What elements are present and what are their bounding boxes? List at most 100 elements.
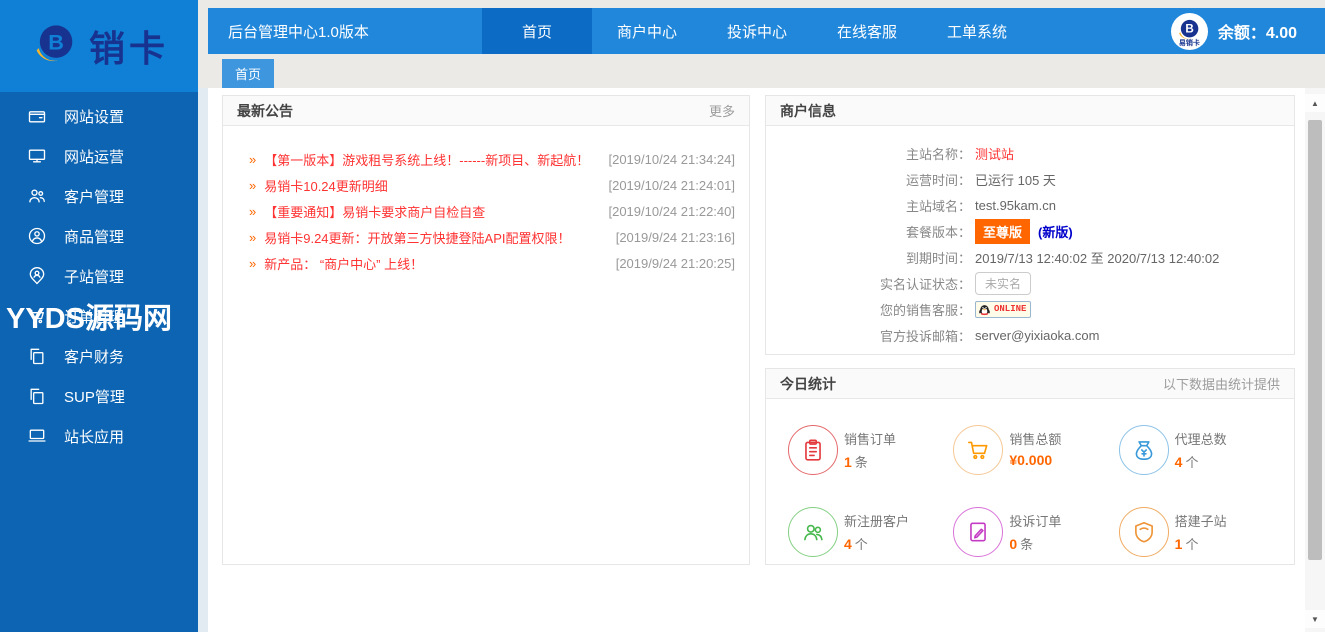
stat-label: 搭建子站 (1174, 514, 1227, 529)
vertical-scrollbar[interactable]: ▲ ▼ (1305, 88, 1325, 632)
today-stats-panel: 今日统计 以下数据由统计提供 销售订单 1条 销售总额 ¥0.000 代理总数 … (765, 368, 1295, 565)
laptop-icon (26, 425, 48, 447)
sidebar-item-label: 子站管理 (64, 268, 125, 286)
sidebar-item-label: 客户财务 (64, 348, 125, 366)
sidebar-item-product-management[interactable]: 商品管理 (0, 216, 198, 256)
brand-badge-icon[interactable]: B 易销卡 (1170, 12, 1208, 50)
scroll-down-arrow-icon[interactable]: ▼ (1305, 610, 1325, 628)
stat-unit: 个 (1185, 537, 1199, 552)
announcements-header: 最新公告 更多 (223, 96, 749, 126)
stat-label: 投诉订单 (1009, 514, 1062, 529)
scroll-up-arrow-icon[interactable]: ▲ (1305, 94, 1325, 112)
double-chevron-icon: » (249, 151, 257, 167)
field-label: 套餐版本： (905, 224, 971, 240)
double-chevron-icon: » (249, 177, 257, 193)
stat-value: 1 (1174, 536, 1183, 552)
stat-sales-orders: 销售订单 1条 (788, 425, 953, 475)
qq-contact-badge[interactable]: ONLINE (975, 300, 1032, 318)
stat-unit: 个 (1185, 455, 1199, 470)
stat-value: ¥0.000 (1009, 452, 1053, 468)
sidebar-item-label: SUP管理 (64, 388, 125, 406)
sidebar-item-sup-management[interactable]: SUP管理 (0, 376, 198, 416)
tab-strip: 首页 (208, 54, 1325, 88)
users-icon (26, 185, 48, 207)
double-chevron-icon: » (249, 255, 257, 271)
sidebar-item-webmaster-apps[interactable]: 站长应用 (0, 416, 198, 456)
navbar-items: 首页 商户中心 投诉中心 在线客服 工单系统 (482, 8, 1032, 54)
announcement-row: » 易销卡9.24更新：开放第三方快捷登陆API配置权限！ [2019/9/24… (237, 224, 735, 250)
merchant-info-panel: 商户信息 主站名称： 测试站 运营时间： 已运行 105 天 主站域名： tes… (765, 95, 1295, 355)
stat-unit: 条 (854, 455, 868, 470)
stats-grid: 销售订单 1条 销售总额 ¥0.000 代理总数 4个 新注册客户 4 个 投诉… (766, 399, 1294, 557)
nav-item-merchant-center[interactable]: 商户中心 (592, 8, 702, 54)
announcement-link[interactable]: 易销卡10.24更新明细 (264, 176, 388, 195)
sidebar-item-site-operation[interactable]: 网站运营 (0, 136, 198, 176)
plan-badge: 至尊版 (975, 218, 1031, 244)
stat-new-customers: 新注册客户 4个 (788, 507, 953, 557)
announcement-row: » 【第一版本】游戏租号系统上线！------新项目、新起航！ [2019/10… (237, 146, 735, 172)
announcement-link[interactable]: 新产品： “商户中心” 上线！ (264, 254, 423, 273)
field-label: 主站域名： (905, 198, 971, 214)
announcement-row: » 易销卡10.24更新明细 [2019/10/24 21:24:01] (237, 172, 735, 198)
stat-value: 1 (844, 454, 852, 470)
nav-item-ticket-system[interactable]: 工单系统 (922, 8, 1032, 54)
field-label: 主站名称： (905, 146, 971, 162)
document-edit-icon (953, 507, 1004, 557)
announcement-date: [2019/10/24 21:22:40] (608, 203, 735, 219)
nav-item-home[interactable]: 首页 (482, 8, 592, 54)
user-circle-icon (26, 225, 48, 247)
navbar-right: B 易销卡 余额：4.00 (1170, 12, 1325, 50)
sidebar-item-label: 网站运营 (64, 148, 125, 166)
stat-agents-total: 代理总数 4个 (1118, 425, 1284, 475)
merchant-row-expire: 到期时间： 2019/7/13 12:40:02 至 2020/7/13 12:… (766, 244, 1294, 270)
merchant-info-header: 商户信息 (766, 96, 1294, 126)
merchant-row-email: 官方投诉邮箱： server@yixiaoka.com (766, 322, 1294, 348)
stat-complaint-orders: 投诉订单 0条 (953, 507, 1118, 557)
merchant-info-body: 主站名称： 测试站 运营时间： 已运行 105 天 主站域名： test.95k… (766, 126, 1294, 348)
stat-value: 4 (844, 536, 852, 552)
admin-title: 后台管理中心1.0版本 (228, 23, 369, 41)
sidebar-item-label: 站长应用 (64, 428, 125, 446)
stat-sales-total: 销售总额 ¥0.000 (953, 425, 1118, 475)
complaint-email-value: server@yixiaoka.com (975, 327, 1100, 343)
double-chevron-icon: » (249, 229, 257, 245)
sidebar-item-customer-management[interactable]: 客户管理 (0, 176, 198, 216)
scrollbar-thumb[interactable] (1308, 120, 1322, 560)
sidebar-item-label: 订单管理 (64, 308, 125, 326)
realname-status-button[interactable]: 未实名 (975, 271, 1032, 295)
copy-icon (26, 345, 48, 367)
sidebar-item-order-management[interactable]: 订单管理 (0, 296, 198, 336)
nav-item-complaint-center[interactable]: 投诉中心 (702, 8, 812, 54)
balance-display: 余额：4.00 (1217, 25, 1297, 42)
domain-value: test.95kam.cn (975, 197, 1056, 213)
sidebar: B 销卡 网站设置 网站运营 客户管理 商品管理 子站管理 订单管理 客户财务 … (0, 0, 198, 632)
stat-unit: 条 (1020, 537, 1034, 552)
announcement-row: » 【重要通知】易销卡要求商户自检自查 [2019/10/24 21:22:40… (237, 198, 735, 224)
stat-label: 新注册客户 (844, 514, 910, 529)
announcements-title: 最新公告 (237, 102, 293, 119)
sidebar-item-label: 客户管理 (64, 188, 125, 206)
field-label: 运营时间： (905, 172, 971, 188)
nav-item-online-service[interactable]: 在线客服 (812, 8, 922, 54)
sidebar-item-customer-finance[interactable]: 客户财务 (0, 336, 198, 376)
shield-icon (1118, 507, 1169, 557)
sidebar-item-site-settings[interactable]: 网站设置 (0, 96, 198, 136)
merchant-row-realname: 实名认证状态： 未实名 (766, 270, 1294, 296)
announcement-row: » 新产品： “商户中心” 上线！ [2019/9/24 21:20:25] (237, 250, 735, 276)
announcement-link[interactable]: 易销卡9.24更新：开放第三方快捷登陆API配置权限！ (264, 228, 570, 247)
announcement-link[interactable]: 【第一版本】游戏租号系统上线！------新项目、新起航！ (264, 150, 589, 169)
announcement-link[interactable]: 【重要通知】易销卡要求商户自检自查 (264, 202, 485, 221)
stat-substations-built: 搭建子站 1个 (1118, 507, 1284, 557)
announcement-date: [2019/10/24 21:34:24] (608, 151, 735, 167)
more-link[interactable]: 更多 (709, 101, 735, 120)
wallet-icon (26, 105, 48, 127)
new-version-link[interactable]: (新版) (1038, 222, 1073, 241)
tab-home[interactable]: 首页 (222, 59, 275, 88)
stats-source-note: 以下数据由统计提供 (1162, 377, 1280, 392)
sidebar-item-substation-management[interactable]: 子站管理 (0, 256, 198, 296)
brand-name: 销卡 (88, 28, 169, 69)
double-chevron-icon: » (249, 203, 257, 219)
svg-text:B: B (1186, 23, 1194, 36)
stat-value: 0 (1009, 536, 1018, 552)
today-stats-header: 今日统计 以下数据由统计提供 (766, 369, 1294, 399)
